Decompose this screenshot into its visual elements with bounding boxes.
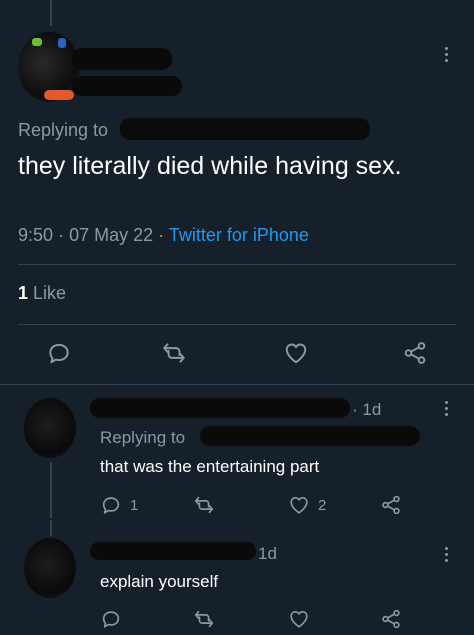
retweet-button[interactable] bbox=[192, 494, 224, 516]
more-icon[interactable] bbox=[436, 544, 456, 564]
share-icon bbox=[382, 609, 400, 629]
like-count-value: 1 bbox=[18, 283, 29, 303]
tweet-date[interactable]: 07 May 22 bbox=[69, 225, 153, 245]
likes-count[interactable]: 1 Like bbox=[18, 283, 66, 304]
reply-text: that was the entertaining part bbox=[100, 457, 320, 476]
divider bbox=[18, 324, 456, 325]
retweet-icon bbox=[194, 496, 214, 514]
tweet-meta: 9:50 · 07 May 22 · Twitter for iPhone bbox=[18, 225, 309, 245]
share-icon bbox=[382, 495, 400, 515]
redacted-display-name bbox=[90, 542, 256, 560]
more-icon[interactable] bbox=[436, 398, 456, 418]
tweet-time[interactable]: 9:50 bbox=[18, 225, 53, 245]
share-button[interactable] bbox=[402, 340, 428, 366]
reply-button[interactable] bbox=[46, 340, 72, 366]
avatar[interactable] bbox=[18, 32, 80, 102]
redacted-display-name bbox=[72, 48, 172, 70]
share-button[interactable] bbox=[380, 494, 402, 516]
share-button[interactable] bbox=[380, 608, 402, 630]
reply-button[interactable]: 1 bbox=[100, 494, 138, 516]
tweet-text: they literally died while having sex. bbox=[18, 152, 402, 180]
like-button[interactable] bbox=[283, 340, 309, 366]
avatar[interactable] bbox=[24, 538, 76, 598]
thread-connector bbox=[50, 520, 52, 536]
reply-time[interactable]: · 1d bbox=[352, 400, 381, 420]
retweet-icon bbox=[194, 610, 214, 628]
reply-text: explain yourself bbox=[100, 572, 219, 591]
retweet-button[interactable] bbox=[160, 340, 188, 366]
retweet-button[interactable] bbox=[192, 608, 224, 630]
like-icon bbox=[285, 343, 307, 364]
share-icon bbox=[404, 342, 426, 364]
reply-replying-label: Replying to bbox=[100, 428, 186, 447]
divider bbox=[0, 384, 474, 385]
redacted-display-name bbox=[90, 398, 350, 418]
reply-icon bbox=[102, 611, 120, 628]
redacted-username bbox=[72, 76, 182, 96]
reply-time[interactable]: 1d bbox=[258, 544, 277, 564]
replying-label: Replying to bbox=[18, 120, 109, 140]
avatar[interactable] bbox=[24, 398, 76, 458]
like-icon bbox=[290, 610, 308, 628]
replying-to: Replying to bbox=[18, 120, 108, 141]
like-count: 2 bbox=[318, 496, 327, 514]
like-button[interactable]: 2 bbox=[288, 494, 326, 516]
reply-count: 1 bbox=[130, 496, 139, 514]
thread-connector bbox=[50, 462, 52, 518]
reply-button[interactable] bbox=[100, 608, 130, 630]
divider bbox=[18, 264, 456, 265]
redacted-replying-handle[interactable] bbox=[200, 426, 420, 446]
retweet-icon bbox=[163, 343, 185, 363]
more-icon[interactable] bbox=[436, 44, 456, 64]
reply-icon bbox=[49, 343, 69, 364]
like-count-label: Like bbox=[33, 283, 67, 303]
reply-icon bbox=[102, 497, 120, 514]
tweet-source[interactable]: Twitter for iPhone bbox=[169, 225, 309, 245]
like-icon bbox=[290, 496, 308, 514]
like-button[interactable] bbox=[288, 608, 318, 630]
redacted-replying-handle[interactable] bbox=[120, 118, 370, 140]
thread-connector bbox=[50, 0, 52, 26]
